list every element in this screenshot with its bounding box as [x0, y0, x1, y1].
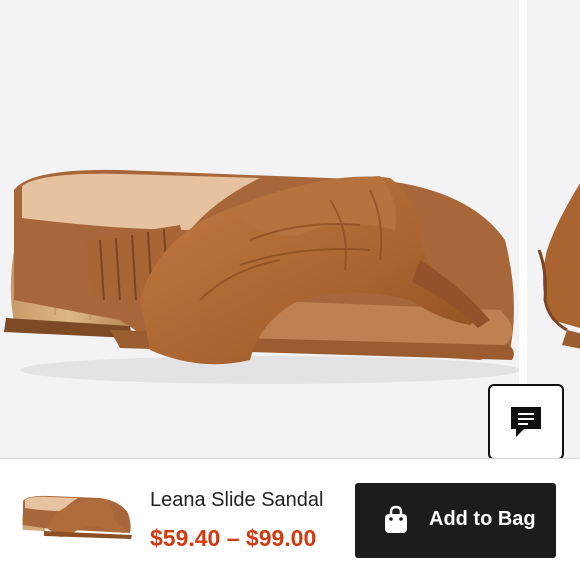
- add-to-bag-button[interactable]: Add to Bag: [355, 483, 556, 558]
- add-to-bag-label: Add to Bag: [429, 508, 536, 530]
- chat-button[interactable]: [488, 384, 564, 460]
- chat-bubble-icon: [511, 407, 541, 437]
- sandal-image: [4, 169, 519, 384]
- shopping-bag-icon: [385, 505, 407, 533]
- product-thumbnail: [22, 495, 132, 539]
- product-image-main[interactable]: [0, 0, 519, 458]
- product-title: Leana Slide Sandal: [150, 489, 324, 511]
- product-price: $59.40 – $99.00: [150, 525, 317, 551]
- sticky-purchase-bar: Leana Slide Sandal $59.40 – $99.00 Add t…: [0, 458, 580, 580]
